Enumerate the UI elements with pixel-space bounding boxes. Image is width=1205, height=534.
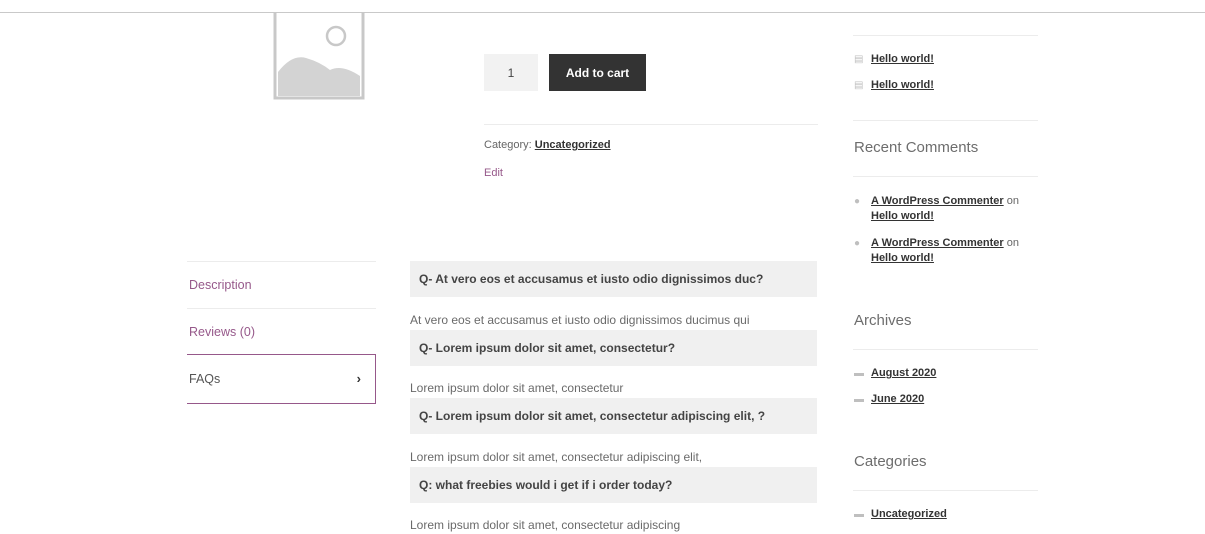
list-item: ▤ Hello world! [854, 78, 934, 93]
list-item: ▬ June 2020 [854, 392, 924, 407]
recent-post-link[interactable]: Hello world! [871, 79, 934, 91]
sidebar-divider [853, 176, 1038, 177]
comment-icon: ● [854, 238, 861, 249]
product-page: Add to cart Category: Uncategorized Edit… [0, 0, 1205, 534]
comment-author-link[interactable]: A WordPress Commenter [871, 195, 1004, 207]
categories-title: Categories [854, 453, 927, 470]
faq-question[interactable]: Q- Lorem ipsum dolor sit amet, consectet… [410, 330, 817, 366]
faq-answer: At vero eos et accusamus et iusto odio d… [410, 313, 750, 327]
product-tabs: Description Reviews (0) FAQs › [187, 261, 376, 404]
header-divider [0, 12, 1205, 13]
edit-link[interactable]: Edit [484, 167, 503, 179]
tab-faqs[interactable]: FAQs › [187, 354, 376, 404]
list-item: ▤ Hello world! [854, 52, 934, 67]
tab-description[interactable]: Description [187, 261, 376, 308]
comment-post-link[interactable]: Hello world! [871, 252, 934, 264]
faq-question[interactable]: Q- Lorem ipsum dolor sit amet, consectet… [410, 398, 817, 434]
category-label: Category: [484, 139, 532, 151]
list-item: ● A WordPress Commenter on Hello world! [854, 194, 1037, 224]
list-item: ▬ August 2020 [854, 366, 936, 381]
quantity-input[interactable] [484, 54, 538, 91]
category-link[interactable]: Uncategorized [535, 139, 611, 151]
tab-reviews[interactable]: Reviews (0) [187, 308, 376, 355]
category-link[interactable]: Uncategorized [871, 508, 947, 520]
product-category: Category: Uncategorized [484, 139, 611, 151]
comment-on-text: on [1006, 195, 1019, 207]
faq-answer: Lorem ipsum dolor sit amet, consectetur [410, 381, 624, 395]
archive-link[interactable]: August 2020 [871, 367, 936, 379]
tab-label: Description [189, 278, 252, 292]
image-placeholder-icon[interactable] [272, 12, 366, 100]
comment-author-link[interactable]: A WordPress Commenter [871, 237, 1004, 249]
faq-question[interactable]: Q- At vero eos et accusamus et iusto odi… [410, 261, 817, 297]
document-icon: ▤ [854, 80, 864, 91]
recent-comments-title: Recent Comments [854, 139, 979, 156]
comment-post-link[interactable]: Hello world! [871, 210, 934, 222]
chevron-right-icon: › [356, 371, 361, 386]
folder-icon: ▬ [854, 368, 864, 379]
document-icon: ▤ [854, 54, 864, 65]
add-to-cart-button[interactable]: Add to cart [549, 54, 646, 91]
archive-link[interactable]: June 2020 [871, 393, 924, 405]
sidebar-divider [853, 120, 1038, 121]
list-item: ▬ Uncategorized [854, 507, 947, 522]
list-item: ● A WordPress Commenter on Hello world! [854, 236, 1037, 266]
faq-answer: Lorem ipsum dolor sit amet, consectetur … [410, 518, 681, 532]
comment-on-text: on [1006, 237, 1019, 249]
faq-answer: Lorem ipsum dolor sit amet, consectetur … [410, 450, 703, 464]
tab-label: FAQs [189, 372, 221, 386]
archives-title: Archives [854, 312, 912, 329]
sidebar-divider [853, 349, 1038, 350]
sidebar-divider [853, 490, 1038, 491]
comment-icon: ● [854, 196, 861, 207]
recent-post-link[interactable]: Hello world! [871, 53, 934, 65]
faq-question[interactable]: Q: what freebies would i get if i order … [410, 467, 817, 503]
folder-icon: ▬ [854, 394, 864, 405]
tab-label: Reviews (0) [189, 325, 255, 339]
folder-icon: ▬ [854, 509, 864, 520]
sidebar-divider [853, 35, 1038, 36]
meta-divider [484, 124, 818, 125]
